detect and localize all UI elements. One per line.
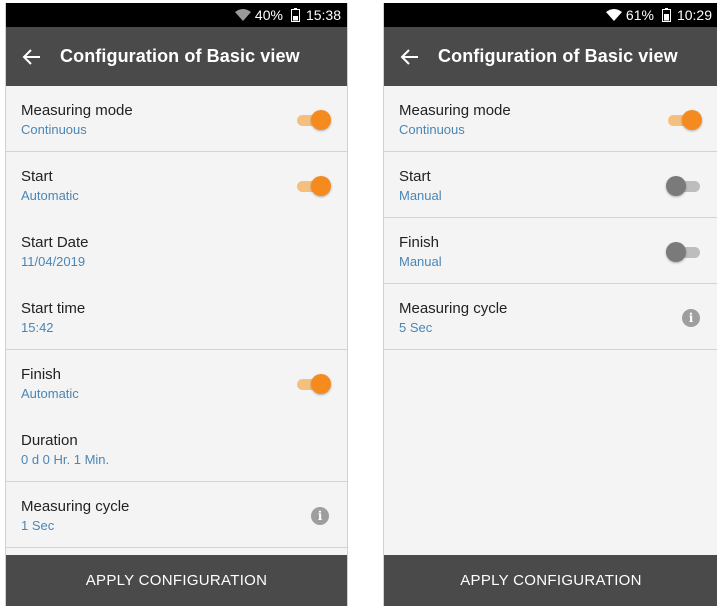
- setting-finish[interactable]: Finish Automatic: [6, 350, 347, 416]
- setting-value: Automatic: [21, 386, 79, 401]
- setting-value: 5 Sec: [399, 320, 433, 335]
- setting-value: Continuous: [399, 122, 465, 137]
- wifi-icon: [605, 9, 622, 21]
- apply-configuration-button[interactable]: APPLY CONFIGURATION: [384, 555, 717, 606]
- setting-label: Finish: [21, 366, 62, 383]
- phone-screen-right: 61% 10:29 Configuration of Basic view Me…: [383, 3, 717, 606]
- setting-label: Start time: [21, 300, 86, 317]
- page-title: Configuration of Basic view: [60, 46, 300, 66]
- setting-duration[interactable]: Duration 0 d 0 Hr. 1 Min.: [6, 416, 347, 482]
- setting-label: Start Date: [21, 234, 89, 251]
- clock: 15:38: [305, 7, 341, 23]
- setting-value: Continuous: [21, 122, 87, 137]
- setting-label: Measuring cycle: [21, 498, 130, 515]
- finish-toggle[interactable]: [666, 242, 702, 262]
- setting-start-date[interactable]: Start Date 11/04/2019: [6, 218, 347, 284]
- arrow-left-icon[interactable]: [400, 47, 420, 67]
- setting-measuring-cycle[interactable]: Measuring cycle 1 Sec i: [6, 482, 347, 548]
- app-bar: Configuration of Basic view: [6, 27, 347, 86]
- toggle-knob: [666, 176, 686, 196]
- setting-measuring-cycle[interactable]: Measuring cycle 5 Sec i: [384, 284, 717, 350]
- battery-icon: [661, 8, 671, 22]
- battery-level: 61%: [625, 7, 654, 23]
- setting-value: 1 Sec: [21, 518, 55, 533]
- setting-start-time[interactable]: Start time 15:42: [6, 284, 347, 350]
- battery-level: 40%: [254, 7, 283, 23]
- wifi-icon: [234, 9, 251, 21]
- arrow-left-icon[interactable]: [22, 47, 42, 67]
- info-icon[interactable]: i: [311, 507, 329, 525]
- phone-screen-left: 40% 15:38 Configuration of Basic view Me…: [5, 3, 348, 606]
- setting-start[interactable]: Start Automatic: [6, 152, 347, 218]
- toggle-knob: [666, 242, 686, 262]
- setting-label: Measuring mode: [399, 102, 511, 119]
- apply-configuration-button[interactable]: APPLY CONFIGURATION: [6, 555, 347, 606]
- settings-list: Measuring mode Continuous Start Manual F…: [384, 86, 717, 350]
- toggle-knob: [311, 374, 331, 394]
- clock: 10:29: [676, 7, 712, 23]
- info-icon[interactable]: i: [682, 309, 700, 327]
- setting-measuring-mode[interactable]: Measuring mode Continuous: [384, 86, 717, 152]
- status-bar: 61% 10:29: [384, 3, 717, 27]
- finish-toggle[interactable]: [297, 374, 331, 394]
- toggle-knob: [311, 176, 331, 196]
- setting-label: Start: [21, 168, 53, 185]
- setting-label: Duration: [21, 432, 78, 449]
- setting-label: Measuring cycle: [399, 300, 508, 317]
- status-bar: 40% 15:38: [6, 3, 347, 27]
- page-title: Configuration of Basic view: [438, 46, 678, 66]
- setting-measuring-mode[interactable]: Measuring mode Continuous: [6, 86, 347, 152]
- battery-icon: [290, 8, 300, 22]
- app-bar: Configuration of Basic view: [384, 27, 717, 86]
- toggle-knob: [682, 110, 702, 130]
- setting-label: Start: [399, 168, 431, 185]
- setting-label: Measuring mode: [21, 102, 133, 119]
- start-toggle[interactable]: [666, 176, 702, 196]
- measuring-mode-toggle[interactable]: [668, 110, 702, 130]
- setting-label: Finish: [399, 234, 440, 251]
- setting-value: 0 d 0 Hr. 1 Min.: [21, 452, 110, 467]
- toggle-knob: [311, 110, 331, 130]
- setting-value: 11/04/2019: [21, 254, 86, 269]
- setting-value: 15:42: [21, 320, 54, 335]
- setting-value: Manual: [399, 188, 442, 203]
- measuring-mode-toggle[interactable]: [297, 110, 331, 130]
- start-toggle[interactable]: [297, 176, 331, 196]
- setting-value: Manual: [399, 254, 442, 269]
- setting-value: Automatic: [21, 188, 79, 203]
- setting-finish[interactable]: Finish Manual: [384, 218, 717, 284]
- setting-start[interactable]: Start Manual: [384, 152, 717, 218]
- settings-list: Measuring mode Continuous Start Automati…: [6, 86, 347, 548]
